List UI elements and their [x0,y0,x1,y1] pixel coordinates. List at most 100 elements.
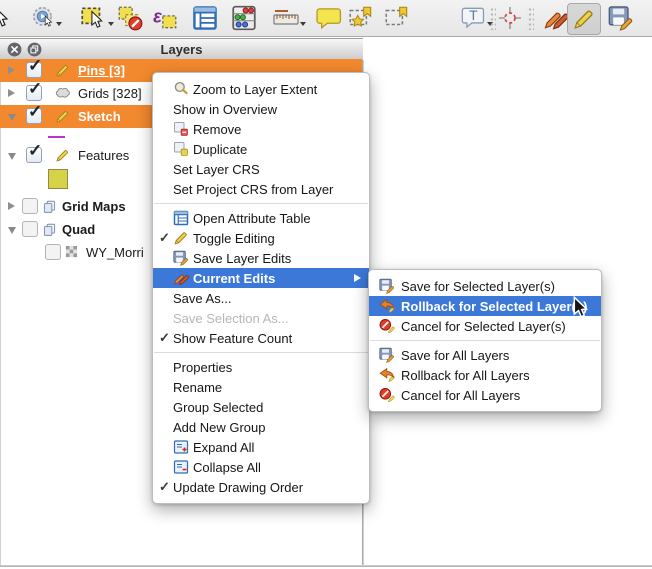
menu-item-rename[interactable]: Rename [153,377,369,397]
collapse-arrow-icon[interactable] [8,227,16,234]
menu-item-open-attribute-table[interactable]: Open Attribute Table [153,208,369,228]
menu-item-add-new-group[interactable]: Add New Group [153,417,369,437]
menu-item-update-drawing-order[interactable]: Update Drawing Order [153,477,369,497]
submenu-item-cancel-for-selected[interactable]: Cancel for Selected Layer(s) [369,316,601,336]
menu-item-properties[interactable]: Properties [153,357,369,377]
epsilon-expression-icon: ε [151,4,179,32]
text-annotation-button[interactable]: T [455,3,493,33]
measure-button[interactable] [266,3,306,33]
duplicate-layer-icon [173,141,189,157]
menu-item-zoom-to-layer-extent[interactable]: Zoom to Layer Extent [153,79,369,99]
cancel-edits-icon [379,387,395,403]
close-icon [7,42,22,57]
pencil-icon [173,230,189,246]
menu-item-duplicate[interactable]: Duplicate [153,139,369,159]
save-edits-icon [173,250,189,266]
menu-item-toggle-editing[interactable]: Toggle Editing [153,228,369,248]
statistical-summary-button[interactable] [228,3,260,33]
checkmark-icon [159,330,173,346]
deselect-features-button[interactable] [115,3,145,33]
menu-item-remove[interactable]: Remove [153,119,369,139]
mouse-cursor [572,296,590,320]
detach-panel-button[interactable] [27,42,42,57]
menu-item-show-feature-count[interactable]: Show Feature Count [153,328,369,348]
svg-text:T: T [469,7,478,23]
dropdown-arrow-icon[interactable] [108,22,114,26]
menu-item-save-layer-edits[interactable]: Save Layer Edits [153,248,369,268]
editing-pencil-icon [55,63,70,78]
expand-arrow-icon[interactable] [8,66,15,74]
save-edits-icon [608,5,634,31]
map-tips-button[interactable] [314,3,344,33]
speech-bubble-icon [315,4,343,32]
group-checkbox[interactable] [22,221,38,237]
layer-checkbox[interactable] [26,62,42,78]
line-symbology-swatch [48,136,65,138]
editing-pencil-icon [55,148,70,163]
submenu-item-rollback-for-all[interactable]: Rollback for All Layers [369,365,601,385]
group-checkbox[interactable] [22,198,38,214]
save-edits-icon [379,347,395,363]
new-bookmark-button[interactable] [346,3,376,33]
layers-panel-header: Layers [0,38,363,61]
collapse-arrow-icon[interactable] [8,114,16,121]
expand-arrow-icon[interactable] [8,89,15,97]
raster-layer-icon [65,245,78,258]
pencils-icon [173,270,189,286]
layer-checkbox[interactable] [26,147,42,163]
dropdown-arrow-icon[interactable] [56,22,62,26]
checkmark-icon [159,479,173,495]
remove-layer-icon [173,121,189,137]
layer-checkbox[interactable] [26,108,42,124]
toggle-editing-button[interactable] [567,3,601,35]
dropdown-arrow-icon[interactable] [300,22,306,26]
snapping-options-button[interactable] [497,3,523,33]
submenu-item-save-for-all[interactable]: Save for All Layers [369,345,601,365]
polygon-layer-icon [55,86,72,99]
show-bookmarks-icon [383,4,411,32]
submenu-arrow-icon [354,274,361,282]
menu-item-expand-all[interactable]: Expand All [153,437,369,457]
menu-item-set-layer-crs[interactable]: Set Layer CRS [153,159,369,179]
submenu-item-cancel-for-all[interactable]: Cancel for All Layers [369,385,601,405]
svg-text:ε: ε [153,5,162,26]
menu-item-group-selected[interactable]: Group Selected [153,397,369,417]
rollback-icon [379,367,395,383]
toolbar-separator [527,6,534,30]
submenu-item-save-for-selected[interactable]: Save for Selected Layer(s) [369,276,601,296]
menu-item-save-as[interactable]: Save As... [153,288,369,308]
menu-separator [370,340,600,341]
open-attribute-table-button[interactable] [190,3,220,33]
select-features-button[interactable] [72,3,114,33]
select-rectangle-icon [78,4,108,32]
run-feature-action-button[interactable] [24,3,62,33]
expand-all-icon [173,439,189,455]
save-layer-edits-button[interactable] [605,3,637,33]
menu-item-collapse-all[interactable]: Collapse All [153,457,369,477]
rollback-icon [379,298,395,314]
detach-window-icon [27,42,42,57]
expand-arrow-icon[interactable] [8,202,15,210]
show-bookmarks-button[interactable] [382,3,412,33]
menu-item-current-edits[interactable]: Current Edits [153,268,369,288]
submenu-item-rollback-for-selected[interactable]: Rollback for Selected Layer(s) [369,296,601,316]
select-by-expression-button[interactable]: ε [149,3,181,33]
cancel-edits-icon [379,318,395,334]
layer-checkbox[interactable] [45,244,61,260]
group-icon [43,200,56,214]
abacus-icon [230,4,258,32]
collapse-arrow-icon[interactable] [8,153,16,160]
collapse-all-icon [173,459,189,475]
window-bottom-edge [0,565,652,567]
layer-checkbox[interactable] [26,85,42,101]
text-annotation-icon: T [460,4,488,32]
close-panel-button[interactable] [7,42,22,57]
panel-title: Layers [0,42,363,57]
group-icon [43,223,56,237]
pencils-icon [543,5,569,31]
menu-item-save-selection-as: Save Selection As... [153,308,369,328]
ruler-icon [271,5,301,31]
menu-item-set-project-crs-from-layer[interactable]: Set Project CRS from Layer [153,179,369,199]
menu-item-show-in-overview[interactable]: Show in Overview [153,99,369,119]
panel-left-border [0,60,1,566]
